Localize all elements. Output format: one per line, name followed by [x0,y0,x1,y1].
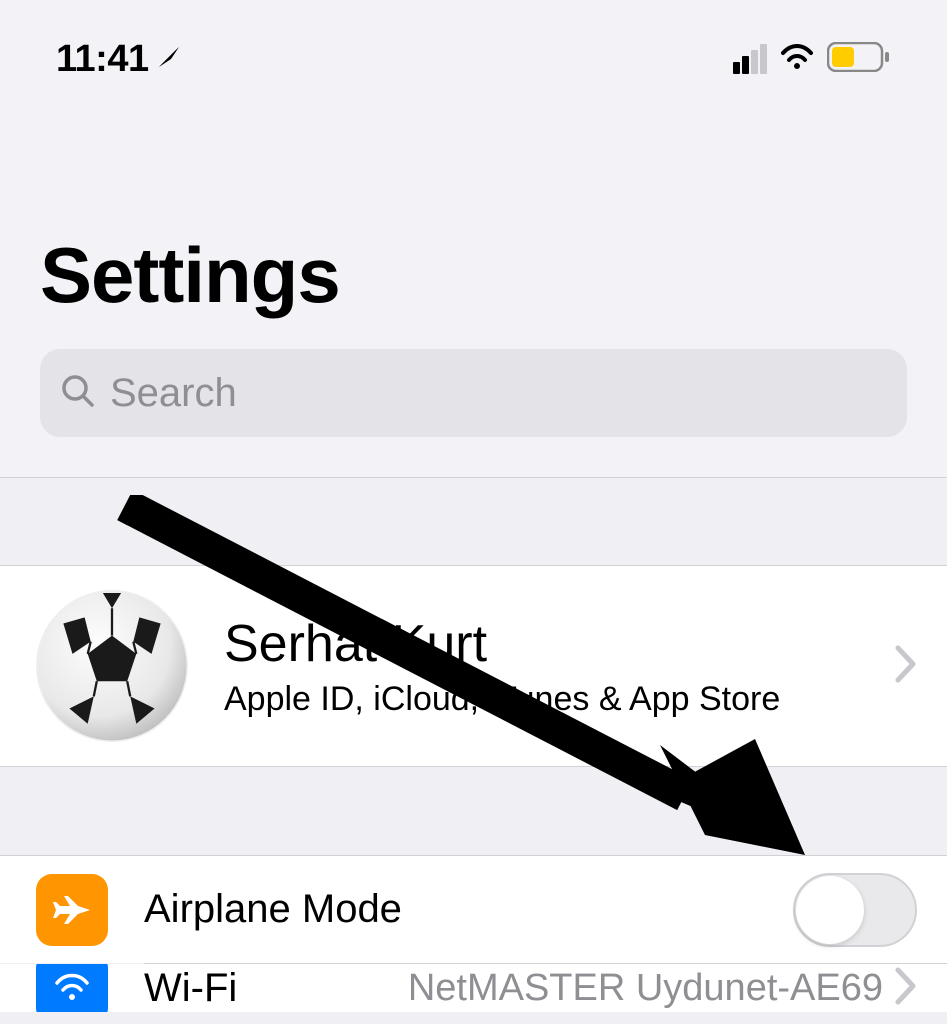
apple-id-cell[interactable]: Serhat Kurt Apple ID, iCloud, iTunes & A… [0,565,947,767]
page-title: Settings [40,230,907,321]
wifi-settings-icon [36,964,108,1012]
status-left: 11:41 [56,38,181,81]
chevron-right-icon [895,967,917,1010]
location-icon [157,45,181,74]
status-time: 11:41 [56,38,149,81]
battery-icon [827,42,891,77]
airplane-mode-label: Airplane Mode [144,887,793,932]
profile-name: Serhat Kurt [224,614,895,674]
status-bar: 11:41 [0,0,947,90]
wifi-label: Wi-Fi [144,966,408,1011]
airplane-icon [36,874,108,946]
section-gap [0,767,947,855]
search-icon [60,373,96,414]
profile-text: Serhat Kurt Apple ID, iCloud, iTunes & A… [224,614,895,719]
header-section: Settings [0,90,947,477]
search-input[interactable] [110,371,887,416]
cellular-signal-icon [733,44,767,74]
wifi-cell[interactable]: Wi-Fi NetMASTER Uydunet-AE69 [0,964,947,1012]
status-right [733,42,891,77]
search-field[interactable] [40,349,907,437]
wifi-value: NetMASTER Uydunet-AE69 [408,967,883,1010]
airplane-mode-cell[interactable]: Airplane Mode [0,855,947,963]
airplane-mode-toggle[interactable] [793,873,917,947]
chevron-right-icon [895,645,917,688]
avatar [36,590,188,742]
profile-subtitle: Apple ID, iCloud, iTunes & App Store [224,680,895,719]
section-gap [0,477,947,565]
wifi-icon [779,43,815,76]
